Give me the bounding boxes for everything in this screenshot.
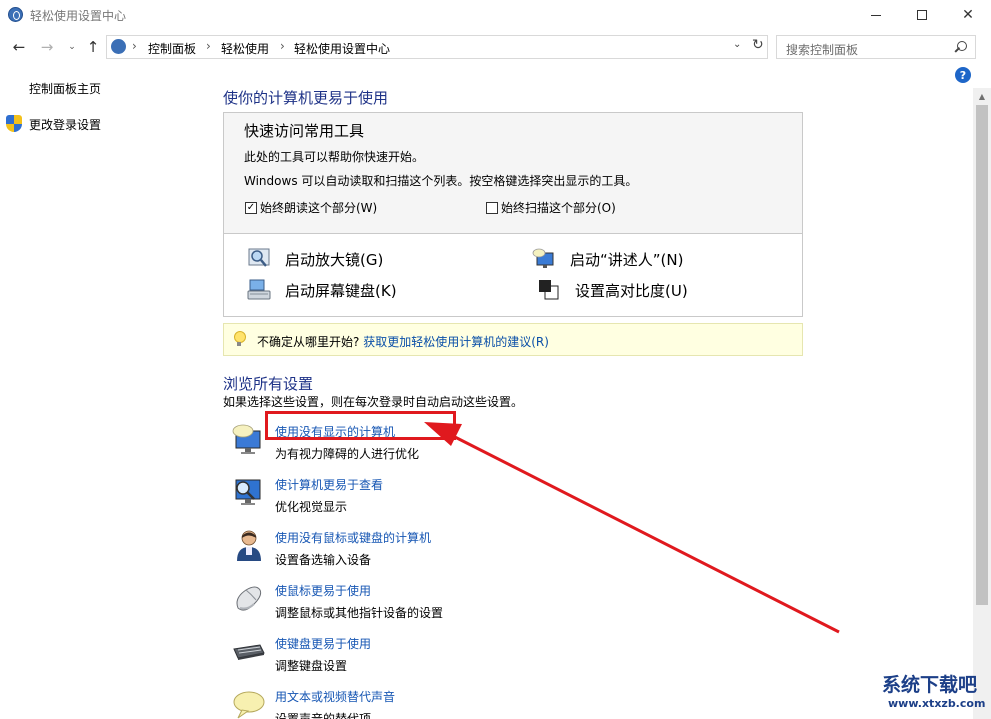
site-watermark: 系统下载吧 www.xtxzb.com (882, 670, 986, 714)
watermark-title: 系统下载吧 (882, 674, 978, 696)
annotation-arrow (424, 422, 840, 634)
watermark-url: www.xtxzb.com (888, 697, 986, 710)
